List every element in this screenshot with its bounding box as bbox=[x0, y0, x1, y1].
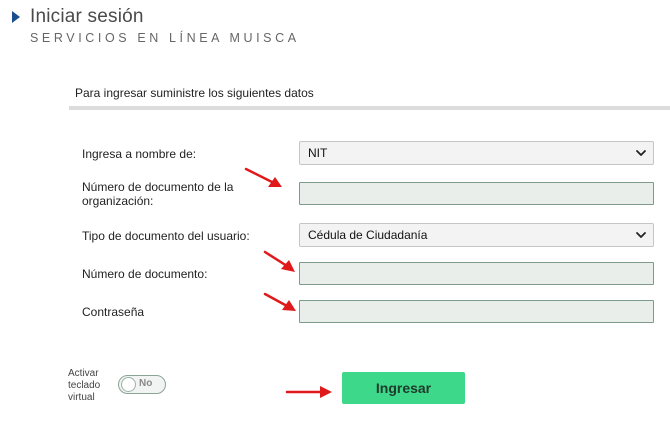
page-title: Iniciar sesión bbox=[30, 6, 144, 27]
chevron-down-icon bbox=[636, 150, 646, 156]
page-header: Iniciar sesión SERVICIOS EN LÍNEA MUISCA bbox=[12, 6, 296, 45]
virtual-keyboard-label: Activar teclado virtual bbox=[68, 368, 101, 403]
virtual-keyboard-toggle[interactable]: No bbox=[118, 375, 166, 394]
user-doc-type-value: Cédula de Ciudadanía bbox=[308, 228, 428, 242]
red-arrow-icon bbox=[263, 250, 295, 272]
red-arrow-icon bbox=[244, 167, 282, 187]
account-type-label: Ingresa a nombre de: bbox=[82, 147, 197, 161]
toggle-state: No bbox=[139, 378, 153, 389]
account-type-value: NIT bbox=[308, 146, 328, 160]
red-arrow-icon bbox=[263, 292, 296, 311]
section-divider bbox=[69, 106, 670, 110]
toggle-knob bbox=[121, 377, 136, 392]
chevron-down-icon bbox=[636, 232, 646, 238]
red-arrow-icon bbox=[285, 386, 332, 398]
user-doc-type-label: Tipo de documento del usuario: bbox=[82, 229, 250, 243]
user-document-label: Número de documento: bbox=[82, 267, 208, 281]
title-row: Iniciar sesión bbox=[12, 6, 144, 28]
password-label: Contraseña bbox=[82, 305, 145, 319]
login-button[interactable]: Ingresar bbox=[342, 372, 465, 404]
password-input[interactable] bbox=[299, 300, 654, 323]
form-intro: Para ingresar suministre los siguientes … bbox=[75, 86, 314, 100]
page-subtitle: SERVICIOS EN LÍNEA MUISCA bbox=[30, 31, 300, 45]
account-type-select[interactable]: NIT bbox=[299, 141, 654, 165]
user-document-input[interactable] bbox=[299, 262, 654, 285]
user-doc-type-select[interactable]: Cédula de Ciudadanía bbox=[299, 223, 654, 247]
org-document-input[interactable] bbox=[299, 182, 654, 205]
caret-right-icon bbox=[12, 11, 20, 23]
